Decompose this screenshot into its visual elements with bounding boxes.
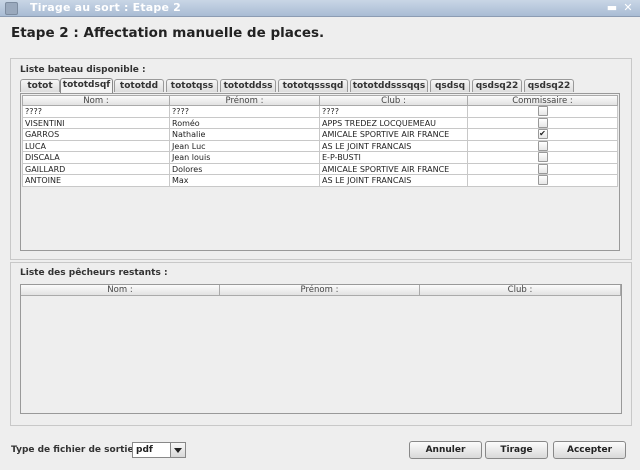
- cell-club[interactable]: AS LE JOINT FRANCAIS: [320, 175, 468, 187]
- cell-commissaire: [468, 175, 618, 187]
- boat-tab-content: Nom : Prénom : Club : Commissaire : ????…: [20, 93, 620, 251]
- cell-nom[interactable]: ????: [22, 106, 170, 118]
- output-type-select[interactable]: pdf: [132, 442, 186, 458]
- cell-prenom[interactable]: Nathalie: [170, 129, 320, 141]
- table-row[interactable]: GARROS Nathalie AMICALE SPORTIVE AIR FRANC…: [22, 129, 618, 141]
- page-title: Etape 2 : Affectation manuelle de places…: [11, 25, 325, 41]
- window-title: Tirage au sort : Etape 2: [30, 1, 182, 14]
- cell-club[interactable]: ????: [320, 106, 468, 118]
- commissaire-checkbox[interactable]: ✔: [537, 129, 548, 140]
- commissaire-checkbox[interactable]: [537, 140, 548, 151]
- tab-boat[interactable]: tototqsssqd: [278, 79, 348, 92]
- cell-club[interactable]: AS LE JOINT FRANCAIS: [320, 140, 468, 152]
- output-type-value: pdf: [136, 445, 153, 455]
- table-row[interactable]: ????????????: [22, 106, 618, 118]
- cell-nom[interactable]: GARROS: [22, 129, 170, 141]
- remaining-panel-label: Liste des pêcheurs restants :: [20, 268, 168, 278]
- cell-commissaire: [468, 152, 618, 164]
- app-icon: [5, 2, 18, 15]
- cell-prenom[interactable]: Jean Luc: [170, 140, 320, 152]
- table-header: Nom : Prénom : Club :: [21, 285, 621, 296]
- tab-boat[interactable]: qsdsq: [430, 79, 470, 92]
- cell-nom[interactable]: DISCALA: [22, 152, 170, 164]
- table-row[interactable]: DISCALA Jean louis E-P-BUSTI: [22, 152, 618, 164]
- column-header-prenom[interactable]: Prénom :: [170, 95, 320, 106]
- title-bar: Tirage au sort : Etape 2 ▬ ✕: [0, 0, 640, 17]
- accepter-button[interactable]: Accepter: [553, 441, 626, 459]
- cell-commissaire: [468, 140, 618, 152]
- commissaire-checkbox[interactable]: [537, 152, 548, 163]
- boats-table: Nom : Prénom : Club : Commissaire : ????…: [22, 95, 618, 187]
- tirage-button[interactable]: Tirage: [485, 441, 548, 459]
- tab-boat[interactable]: totot: [20, 79, 60, 92]
- cell-club[interactable]: AMICALE SPORTIVE AIR FRANCE: [320, 129, 468, 141]
- close-icon[interactable]: ✕: [622, 2, 634, 14]
- cell-commissaire: [468, 106, 618, 118]
- cell-club[interactable]: E-P-BUSTI: [320, 152, 468, 164]
- cell-prenom[interactable]: Roméo: [170, 117, 320, 129]
- cell-prenom[interactable]: ????: [170, 106, 320, 118]
- tab-boat[interactable]: qsdsq22: [472, 79, 522, 92]
- column-header-club[interactable]: Club :: [320, 95, 468, 106]
- cell-prenom[interactable]: Jean louis: [170, 152, 320, 164]
- commissaire-checkbox[interactable]: [537, 175, 548, 186]
- cell-commissaire: [468, 117, 618, 129]
- cell-nom[interactable]: VISENTINI: [22, 117, 170, 129]
- column-header-nom[interactable]: Nom :: [21, 285, 220, 296]
- commissaire-checkbox[interactable]: [537, 117, 548, 128]
- tab-boat[interactable]: tototddsssqqs: [350, 79, 428, 92]
- column-header-commissaire[interactable]: Commissaire :: [468, 95, 618, 106]
- column-header-nom[interactable]: Nom :: [22, 95, 170, 106]
- cell-club[interactable]: APPS TREDEZ LOCQUEMEAU: [320, 117, 468, 129]
- cell-nom[interactable]: LUCA: [22, 140, 170, 152]
- tab-boat-active[interactable]: tototdsqf: [60, 78, 113, 93]
- column-header-club[interactable]: Club :: [420, 285, 621, 296]
- cell-nom[interactable]: GAILLARD: [22, 163, 170, 175]
- tab-boat[interactable]: tototdd: [114, 79, 164, 92]
- tab-boat[interactable]: tototqss: [166, 79, 218, 92]
- table-header: Nom : Prénom : Club : Commissaire :: [22, 95, 618, 106]
- chevron-down-icon[interactable]: [170, 443, 185, 457]
- cell-prenom[interactable]: Max: [170, 175, 320, 187]
- tab-boat[interactable]: qsdsq22: [524, 79, 574, 92]
- output-type-label: Type de fichier de sortie :: [11, 445, 141, 455]
- table-body: ???????????? VISENTINI Roméo APPS TREDEZ LO…: [22, 106, 618, 187]
- table-row[interactable]: VISENTINI Roméo APPS TREDEZ LOCQUEMEAU: [22, 117, 618, 129]
- cell-commissaire: [468, 163, 618, 175]
- table-row[interactable]: LUCA Jean Luc AS LE JOINT FRANCAIS: [22, 140, 618, 152]
- boats-panel-label: Liste bateau disponible :: [20, 65, 146, 75]
- table-row[interactable]: GAILLARD Dolores AMICALE SPORTIVE AIR FRAN…: [22, 163, 618, 175]
- column-header-prenom[interactable]: Prénom :: [220, 285, 420, 296]
- cell-prenom[interactable]: Dolores: [170, 163, 320, 175]
- table-row[interactable]: ANTOINE Max AS LE JOINT FRANCAIS: [22, 175, 618, 187]
- commissaire-checkbox[interactable]: [537, 106, 548, 117]
- cell-commissaire: ✔: [468, 129, 618, 141]
- tab-boat[interactable]: tototddss: [220, 79, 276, 92]
- minimize-icon[interactable]: ▬: [606, 2, 618, 14]
- commissaire-checkbox[interactable]: [537, 163, 548, 174]
- cell-nom[interactable]: ANTOINE: [22, 175, 170, 187]
- annuler-button[interactable]: Annuler: [409, 441, 482, 459]
- remaining-table[interactable]: Nom : Prénom : Club :: [20, 284, 622, 414]
- cell-club[interactable]: AMICALE SPORTIVE AIR FRANCE: [320, 163, 468, 175]
